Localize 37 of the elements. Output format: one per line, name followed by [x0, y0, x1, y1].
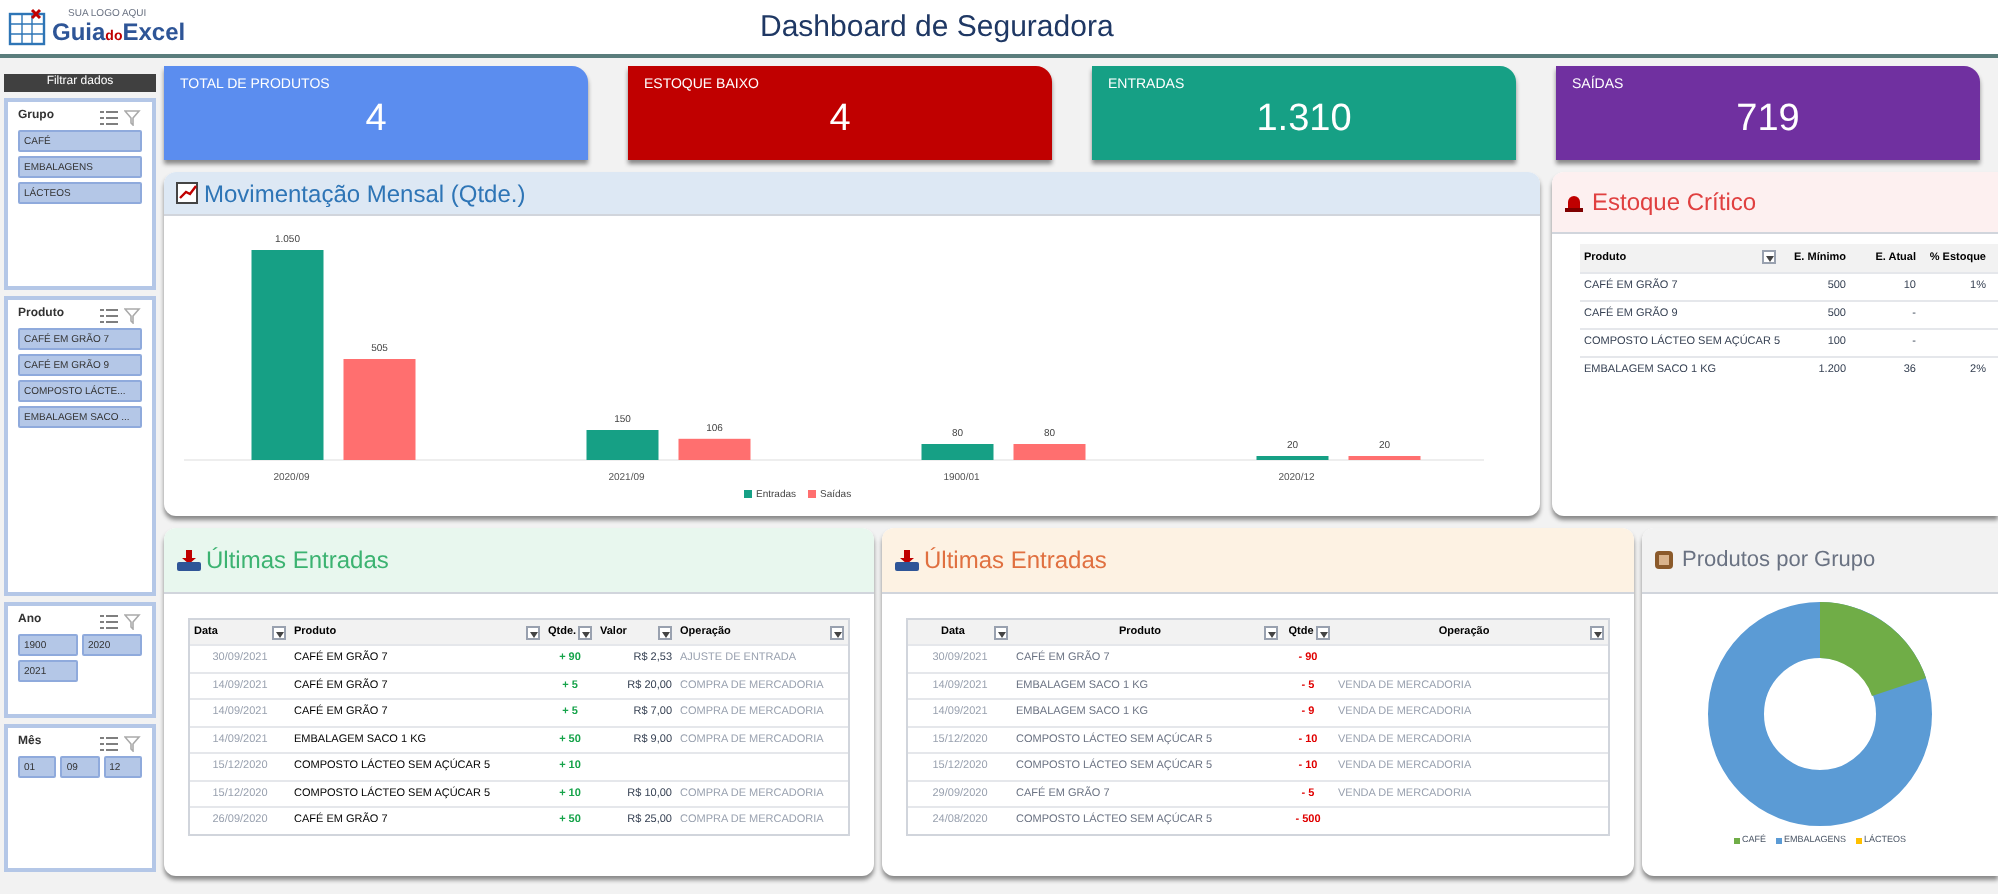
logo-icon	[8, 7, 48, 47]
legend-swatch	[808, 490, 816, 498]
tray-icon	[176, 548, 202, 572]
dropdown-button[interactable]	[1762, 249, 1776, 264]
dropdown-button[interactable]	[1264, 625, 1278, 639]
siren-icon	[1564, 193, 1584, 211]
dropdown-button[interactable]	[1316, 625, 1330, 639]
bar	[678, 438, 751, 460]
multi-select-icon[interactable]	[100, 307, 118, 323]
chart-icon	[176, 182, 198, 204]
kpi-value: 4	[827, 97, 853, 141]
kpi-value: 1.310	[1254, 97, 1354, 141]
panel-title: Estoque Crítico	[1592, 186, 1757, 220]
panel-title: Últimas Entradas	[924, 544, 1107, 578]
bar	[921, 444, 994, 460]
multi-select-icon[interactable]	[100, 735, 118, 751]
box-icon	[1654, 550, 1674, 570]
dropdown-button[interactable]	[1590, 625, 1604, 639]
multi-select-icon[interactable]	[100, 109, 118, 125]
dropdown-button[interactable]	[578, 625, 592, 639]
dashboard-title: Dashboard de Seguradora	[760, 8, 1114, 48]
dropdown-button[interactable]	[272, 625, 286, 639]
panel-title: Movimentação Mensal (Qtde.)	[204, 177, 526, 211]
panel-title: Últimas Entradas	[206, 544, 389, 578]
bar	[1013, 444, 1086, 460]
multi-select-icon[interactable]	[100, 613, 118, 629]
dropdown-button[interactable]	[994, 625, 1008, 639]
dropdown-button[interactable]	[526, 625, 540, 639]
dropdown-button[interactable]	[658, 625, 672, 639]
tray-icon	[894, 548, 920, 572]
dropdown-button[interactable]	[830, 625, 844, 639]
legend-swatch	[744, 490, 752, 498]
panel-title: Produtos por Grupo	[1682, 545, 1876, 576]
kpi-value: 719	[1734, 97, 1802, 141]
kpi-value: 4	[363, 97, 389, 141]
bar	[586, 430, 659, 460]
bar	[343, 359, 416, 460]
